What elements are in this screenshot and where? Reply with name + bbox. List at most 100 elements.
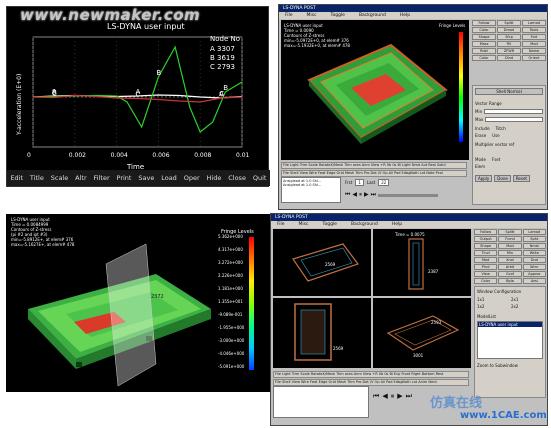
window-menubar: File Misc Toggle Background Help <box>279 12 547 19</box>
reset-button[interactable]: Reset <box>512 175 531 182</box>
menu-scale[interactable]: Scale <box>51 174 69 182</box>
step-forward-icon[interactable]: ⏭ <box>371 191 376 199</box>
menu-save[interactable]: Save <box>138 174 154 182</box>
side-button[interactable]: Dind <box>497 55 521 61</box>
menu-load[interactable]: Load <box>161 174 177 182</box>
x-tick-label: 0.002 <box>69 152 86 159</box>
vector-range-label: Vector Range <box>475 101 502 106</box>
first-frame-input[interactable]: 1 <box>355 179 364 186</box>
last-frame-input[interactable]: 22 <box>378 179 390 186</box>
side-button[interactable]: Dmod <box>497 27 521 33</box>
fringe-level-label: 2.226e+000 <box>218 273 243 278</box>
menu-close[interactable]: Close <box>228 174 246 182</box>
side-button[interactable]: Color <box>472 27 496 33</box>
fringe-level-label: 3.272e+000 <box>218 260 243 265</box>
multiplier-label: Multiplier vector ref <box>475 142 515 147</box>
step-back-icon[interactable]: ◀ <box>382 392 387 401</box>
menu-oper[interactable]: Oper <box>184 174 200 182</box>
fringe-level-label: -4.046e+000 <box>218 351 245 356</box>
side-button[interactable]: Rdel <box>472 48 496 54</box>
subview-4[interactable]: 2593 3001 <box>373 298 471 368</box>
series-marker: B <box>156 69 161 77</box>
side-button[interactable]: Orient <box>522 55 546 61</box>
menu-hide[interactable]: Hide <box>207 174 222 182</box>
legend-entry: A 3307 <box>210 45 235 53</box>
side-button[interactable]: Name <box>522 48 546 54</box>
pause-icon[interactable]: ⏸ <box>359 191 362 199</box>
menu-file[interactable]: File <box>277 221 285 228</box>
side-button[interactable]: Color <box>472 55 496 61</box>
side-button[interactable]: Tools <box>522 27 546 33</box>
side-button[interactable]: Fill <box>497 41 521 47</box>
play-icon[interactable]: ▶ <box>397 392 402 401</box>
menu-toggle[interactable]: Toggle <box>330 12 344 19</box>
timeline-slider[interactable] <box>378 194 439 197</box>
tstch-checkbox[interactable]: Tstch <box>496 126 506 131</box>
layout-radio-1x2[interactable]: 1x2 <box>477 304 509 309</box>
menu-misc[interactable]: Misc <box>307 12 317 19</box>
subview-1[interactable]: 2569 <box>273 229 371 296</box>
side-button[interactable]: Fort <box>522 34 546 40</box>
apply-button[interactable]: Apply <box>475 175 493 182</box>
pause-icon[interactable]: ⏸ <box>391 392 395 401</box>
fe-model-render <box>28 243 211 387</box>
min-input[interactable] <box>484 109 543 114</box>
menu-title[interactable]: Title <box>30 174 44 182</box>
window-title: LS-DYNA POST <box>271 214 547 221</box>
menu-toggle[interactable]: Toggle <box>322 221 336 228</box>
done-button[interactable]: Done <box>494 175 511 182</box>
command-row[interactable]: File Shell View Wire Feat Edge Grid Mesh… <box>281 170 467 177</box>
3d-viewport[interactable]: LS-DYNA user input Time = 0.0090 Contour… <box>281 20 469 160</box>
play-icon[interactable]: ▶ <box>364 191 369 199</box>
subview-3[interactable]: 2569 <box>273 298 371 368</box>
erase-checkbox[interactable]: Erase <box>475 133 486 138</box>
x-tick-label: 0.006 <box>152 152 169 159</box>
side-button[interactable]: Splitt <box>497 20 521 26</box>
layout-radio-2x2[interactable]: 2x2 <box>511 304 543 309</box>
command-row[interactable]: File Shell View Wire Feat Edge Grid Mesh… <box>273 379 469 386</box>
menu-background[interactable]: Background <box>351 221 378 228</box>
side-button[interactable]: Mass <box>472 41 496 47</box>
max-input[interactable] <box>485 117 543 122</box>
options-panel: Shell Normal Vector Range Min Max Includ… <box>472 85 546 205</box>
side-button[interactable]: Mod <box>522 41 546 47</box>
step-forward-icon[interactable]: ⏭ <box>406 392 412 401</box>
side-button[interactable]: Sfcp <box>497 34 521 40</box>
rewind-icon[interactable]: ⏮ <box>373 392 379 401</box>
side-button[interactable]: Shape <box>472 34 496 40</box>
menu-altr[interactable]: Altr <box>75 174 86 182</box>
status-log <box>273 386 369 418</box>
model-list-title: ModelList <box>477 314 497 319</box>
menu-help[interactable]: Help <box>392 221 402 228</box>
rewind-icon[interactable]: ⏮ <box>345 191 350 199</box>
side-button[interactable]: ZFWR <box>497 48 521 54</box>
include-checkbox[interactable]: Include <box>475 126 490 131</box>
menu-print[interactable]: Print <box>117 174 132 182</box>
shell-normal-dropdown[interactable]: Shell Normal <box>475 88 543 95</box>
window-config-title: Window Configuration <box>477 289 522 294</box>
subview-2[interactable]: Time = 0.0075 2387 <box>373 229 471 296</box>
menu-edit[interactable]: Edit <box>10 174 23 182</box>
side-button[interactable]: Lamod <box>522 20 546 26</box>
x-tick-label: 0.004 <box>111 152 128 159</box>
menu-help[interactable]: Help <box>400 12 410 19</box>
menu-quit[interactable]: Quit <box>253 174 267 182</box>
menu-filter[interactable]: Filter <box>94 174 110 182</box>
x-tick-label: 0.008 <box>194 152 211 159</box>
fringe-level-label: -3.000e+000 <box>218 338 245 343</box>
command-row[interactable]: File Light Trim Scale RotateX/Mesh Trim … <box>273 371 469 378</box>
series-marker: B <box>223 84 228 92</box>
side-button[interactable]: Follow <box>472 20 496 26</box>
fringe-level-label: -5.091e+000 <box>218 364 245 369</box>
menu-background[interactable]: Background <box>359 12 386 19</box>
x-tick-label: 0 <box>27 152 31 159</box>
site-logo: 仿真在线 <box>430 396 483 411</box>
use-checkbox[interactable]: Use <box>492 133 499 138</box>
layout-radio-1x1[interactable]: 1x1 <box>477 297 509 302</box>
layout-radio-2x1[interactable]: 2x1 <box>511 297 543 302</box>
model-list-item[interactable]: LS-DYNA user input <box>478 322 542 327</box>
menu-misc[interactable]: Misc <box>299 221 309 228</box>
step-back-icon[interactable]: ◀ <box>352 191 357 199</box>
command-row[interactable]: File Light Trim Scale RotateX/Mesh Trim … <box>281 162 467 169</box>
menu-file[interactable]: File <box>285 12 293 19</box>
